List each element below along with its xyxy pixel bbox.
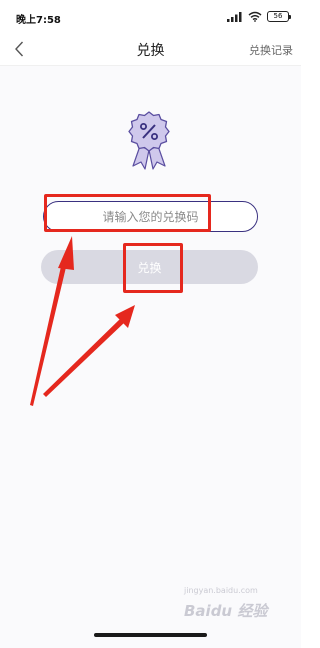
main-content: 兑换 (0, 66, 301, 648)
redeem-code-input[interactable] (44, 202, 257, 231)
discount-badge-icon (128, 111, 170, 170)
redeem-code-field (43, 201, 258, 232)
status-icons: 56 (227, 9, 291, 23)
signal-icon (227, 11, 242, 22)
wifi-icon (248, 11, 262, 22)
home-indicator[interactable] (94, 633, 207, 637)
status-time: 晚上7:58 (16, 15, 61, 26)
battery-icon: 56 (267, 10, 291, 22)
battery-level: 56 (273, 11, 283, 20)
redeem-button[interactable]: 兑换 (41, 250, 258, 284)
redeem-history-link[interactable]: 兑换记录 (249, 42, 293, 58)
status-bar: 晚上7:58 56 (0, 0, 301, 32)
nav-bar: 兑换 兑换记录 (0, 32, 301, 66)
